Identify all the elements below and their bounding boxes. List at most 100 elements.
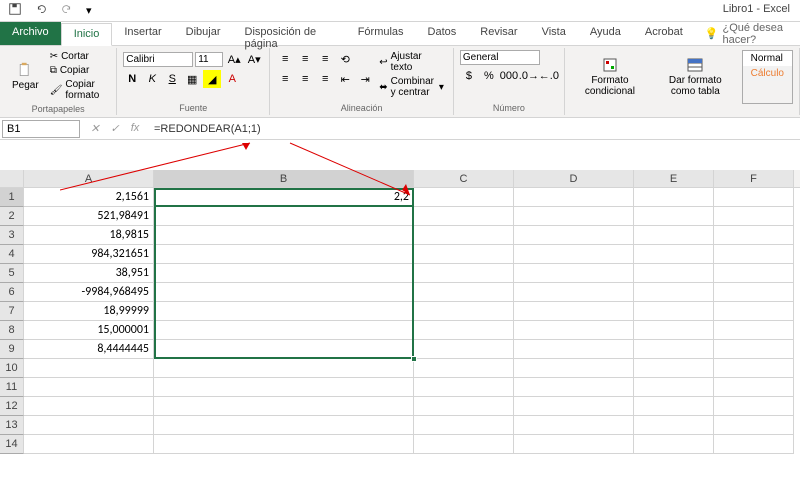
cell[interactable]: 38,951 [24, 264, 154, 283]
cell[interactable] [154, 245, 414, 264]
redo-icon[interactable] [56, 0, 78, 21]
cell[interactable] [414, 340, 514, 359]
row-header[interactable]: 8 [0, 321, 24, 340]
format-painter-button[interactable]: 🖌Copiar formato [47, 78, 111, 102]
cell[interactable] [24, 378, 154, 397]
cell[interactable] [634, 302, 714, 321]
tab-review[interactable]: Revisar [468, 22, 529, 45]
cell[interactable] [634, 359, 714, 378]
cell[interactable] [514, 397, 634, 416]
style-calc[interactable]: Cálculo [743, 66, 792, 81]
row-header[interactable]: 13 [0, 416, 24, 435]
indent-dec-icon[interactable]: ⇤ [336, 70, 354, 88]
cell[interactable] [634, 283, 714, 302]
col-header-D[interactable]: D [514, 170, 634, 187]
formula-input[interactable]: =REDONDEAR(A1;1) [148, 121, 800, 137]
border-button[interactable]: ▦ [183, 70, 201, 88]
cell[interactable] [514, 378, 634, 397]
cell[interactable] [154, 435, 414, 454]
cell[interactable] [714, 378, 794, 397]
tab-data[interactable]: Datos [416, 22, 469, 45]
cell[interactable] [514, 207, 634, 226]
cell[interactable] [24, 359, 154, 378]
cell[interactable] [154, 378, 414, 397]
cell[interactable] [414, 264, 514, 283]
tab-layout[interactable]: Disposición de página [233, 22, 346, 45]
name-box[interactable] [2, 120, 80, 138]
align-top-icon[interactable]: ≡ [276, 50, 294, 68]
col-header-F[interactable]: F [714, 170, 794, 187]
row-header[interactable]: 12 [0, 397, 24, 416]
font-size-select[interactable] [195, 52, 223, 67]
dec-decimal-icon[interactable]: ←.0 [540, 67, 558, 85]
cell[interactable] [414, 378, 514, 397]
cell[interactable] [24, 435, 154, 454]
align-center-icon[interactable]: ≡ [296, 70, 314, 88]
cell[interactable] [514, 321, 634, 340]
row-header[interactable]: 7 [0, 302, 24, 321]
align-bot-icon[interactable]: ≡ [316, 50, 334, 68]
bold-button[interactable]: N [123, 70, 141, 88]
cell[interactable] [714, 321, 794, 340]
row-header[interactable]: 5 [0, 264, 24, 283]
customize-qat-icon[interactable]: ▾ [82, 2, 96, 19]
cell[interactable] [634, 188, 714, 207]
cell[interactable] [154, 207, 414, 226]
underline-button[interactable]: S [163, 70, 181, 88]
cell[interactable] [154, 302, 414, 321]
row-header[interactable]: 1 [0, 188, 24, 207]
cell[interactable]: 18,99999 [24, 302, 154, 321]
cell[interactable] [514, 416, 634, 435]
cell[interactable] [634, 416, 714, 435]
cell[interactable] [414, 359, 514, 378]
cell[interactable] [714, 397, 794, 416]
cell[interactable] [414, 302, 514, 321]
row-header[interactable]: 3 [0, 226, 24, 245]
cell[interactable] [714, 435, 794, 454]
row-header[interactable]: 6 [0, 283, 24, 302]
cell[interactable] [714, 226, 794, 245]
cell[interactable]: 521,98491 [24, 207, 154, 226]
cell[interactable]: 2,2 [154, 188, 414, 207]
font-name-select[interactable] [123, 52, 193, 67]
cell[interactable] [154, 321, 414, 340]
cell[interactable] [154, 359, 414, 378]
cell[interactable] [414, 245, 514, 264]
col-header-A[interactable]: A [24, 170, 154, 187]
row-header[interactable]: 10 [0, 359, 24, 378]
cell[interactable] [634, 378, 714, 397]
cell[interactable] [24, 397, 154, 416]
currency-icon[interactable]: $ [460, 67, 478, 85]
cancel-formula-icon[interactable]: ✕ [86, 122, 104, 135]
cell[interactable] [634, 397, 714, 416]
align-mid-icon[interactable]: ≡ [296, 50, 314, 68]
col-header-E[interactable]: E [634, 170, 714, 187]
cell[interactable] [154, 264, 414, 283]
tab-formulas[interactable]: Fórmulas [346, 22, 416, 45]
confirm-formula-icon[interactable]: ✓ [106, 122, 124, 135]
cell-styles-gallery[interactable]: Normal Cálculo [742, 50, 793, 104]
percent-icon[interactable]: % [480, 67, 498, 85]
indent-inc-icon[interactable]: ⇥ [356, 70, 374, 88]
cell[interactable] [514, 340, 634, 359]
cell[interactable] [714, 302, 794, 321]
cell[interactable] [514, 264, 634, 283]
cell[interactable]: -9984,968495 [24, 283, 154, 302]
fx-icon[interactable]: fx [126, 122, 144, 135]
row-header[interactable]: 11 [0, 378, 24, 397]
row-header[interactable]: 4 [0, 245, 24, 264]
inc-decimal-icon[interactable]: .0→ [520, 67, 538, 85]
cell[interactable] [24, 416, 154, 435]
cell[interactable] [714, 416, 794, 435]
cell[interactable] [634, 245, 714, 264]
cut-button[interactable]: ✂Cortar [47, 50, 111, 63]
cell[interactable] [714, 359, 794, 378]
cell[interactable] [514, 302, 634, 321]
tab-home[interactable]: Inicio [61, 23, 113, 46]
cell[interactable] [634, 264, 714, 283]
cell[interactable] [514, 435, 634, 454]
cell[interactable] [634, 207, 714, 226]
align-left-icon[interactable]: ≡ [276, 70, 294, 88]
cell[interactable] [154, 226, 414, 245]
italic-button[interactable]: K [143, 70, 161, 88]
